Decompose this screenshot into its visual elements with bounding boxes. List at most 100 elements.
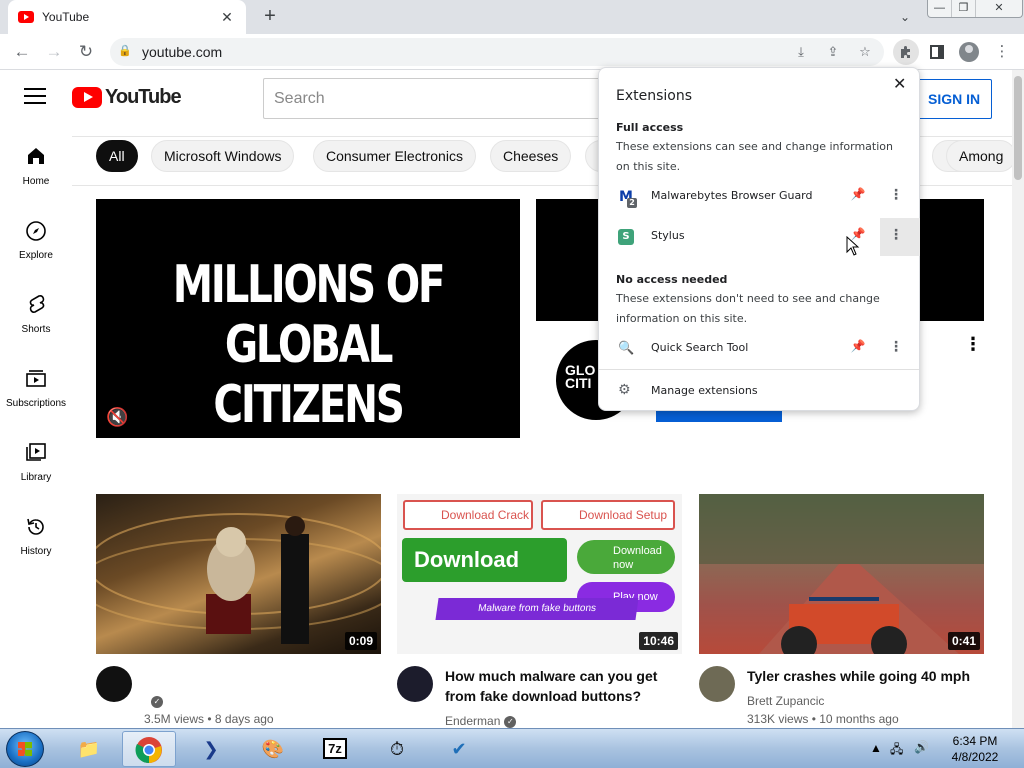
pin-icon[interactable]: 📌 <box>850 339 866 353</box>
share-icon[interactable]: ⇪ <box>823 42 843 62</box>
verified-badge-icon: ✓ <box>147 694 163 708</box>
popup-title: Extensions <box>616 88 693 104</box>
youtube-logo[interactable]: YouTube <box>72 86 182 109</box>
page-scrollbar[interactable] <box>1012 70 1024 728</box>
full-access-heading: Full access <box>616 121 684 134</box>
youtube-play-icon <box>72 87 102 108</box>
youtube-logo-text: YouTube <box>105 86 182 108</box>
sidebar-label: Subscriptions <box>5 398 67 409</box>
channel-name[interactable]: Brett Zupancic <box>747 694 824 708</box>
sidebar-item-subscriptions[interactable]: Subscriptions <box>0 368 72 428</box>
manage-extensions-button[interactable]: ⚙ Manage extensions <box>599 370 919 410</box>
channel-avatar[interactable] <box>699 666 735 702</box>
start-button-windows-icon[interactable] <box>6 731 44 767</box>
sidebar-item-history[interactable]: History <box>0 516 72 576</box>
extension-row-stylus[interactable]: S Stylus 📌 ⋮ <box>599 217 920 257</box>
hamburger-menu-icon[interactable] <box>24 88 46 106</box>
install-app-icon[interactable]: ⤓ <box>791 42 811 62</box>
7zip-icon[interactable]: 7z <box>308 731 362 767</box>
video-duration: 0:41 <box>947 632 980 650</box>
paint-icon[interactable]: 🎨 <box>246 731 300 767</box>
forward-arrow-icon[interactable]: → <box>42 40 66 64</box>
back-arrow-icon[interactable]: ← <box>10 40 34 64</box>
pin-icon[interactable]: 📌 <box>850 187 866 201</box>
extensions-puzzle-icon[interactable] <box>893 39 919 65</box>
extension-more-icon[interactable]: ⋮ <box>889 227 903 243</box>
chip-all[interactable]: All <box>96 140 138 172</box>
show-hidden-icons-icon[interactable]: ▲ <box>870 741 882 755</box>
side-panel-icon[interactable] <box>924 39 950 65</box>
volume-icon[interactable]: 🔊 <box>914 740 929 754</box>
close-window-button[interactable]: ✕ <box>976 0 1022 17</box>
address-bar[interactable]: 🔒 youtube.com ⤓ ⇪ ☆ <box>110 38 884 66</box>
headline-line-1: MILLIONS OF <box>172 255 446 315</box>
thumb-download-now: Download now <box>577 540 675 574</box>
extension-row-quick-search[interactable]: 🔍 Quick Search Tool 📌 ⋮ <box>599 329 919 369</box>
chip-microsoft-windows[interactable]: Microsoft Windows <box>151 140 295 172</box>
reload-icon[interactable]: ↻ <box>74 40 98 64</box>
channel-name-text[interactable]: Enderman <box>445 714 500 728</box>
video-title[interactable]: How much malware can you get from fake d… <box>445 666 675 706</box>
network-icon[interactable]: 🖧 <box>890 740 903 761</box>
extensions-popup: Extensions ✕ Full access These extension… <box>598 67 920 411</box>
chip-cheeses[interactable]: Cheeses <box>490 140 572 172</box>
sidebar-item-explore[interactable]: Explore <box>0 220 72 280</box>
muted-speaker-icon[interactable]: 🔇 <box>106 407 128 428</box>
powershell-icon[interactable]: ❯ <box>184 731 238 767</box>
tab-title: YouTube <box>42 10 90 24</box>
chrome-menu-kebab-icon[interactable]: ⋮ <box>989 39 1015 65</box>
no-access-heading: No access needed <box>616 273 728 286</box>
extension-name: Malwarebytes Browser Guard <box>651 189 813 202</box>
featured-video-player[interactable]: MILLIONS OF GLOBAL CITIZENS 🔇 <box>96 199 520 438</box>
video-thumbnail[interactable]: 0:41 <box>699 494 984 654</box>
sidebar-item-library[interactable]: Library <box>0 442 72 502</box>
full-access-description: These extensions can see and change info… <box>616 140 893 173</box>
tab-search-chevron-icon[interactable]: ⌄ <box>895 7 915 27</box>
lock-icon[interactable]: 🔒 <box>118 44 132 57</box>
extension-more-icon[interactable]: ⋮ <box>889 339 903 355</box>
manage-extensions-label: Manage extensions <box>651 384 758 397</box>
sign-in-button[interactable]: SIGN IN <box>914 79 992 119</box>
profile-avatar[interactable] <box>959 42 979 62</box>
channel-avatar[interactable] <box>96 666 132 702</box>
sidebar-item-home[interactable]: Home <box>0 146 72 206</box>
atv-scene-image <box>699 494 984 654</box>
security-app-icon[interactable]: ✔ <box>432 731 486 767</box>
tab-youtube[interactable]: YouTube ✕ <box>8 0 246 34</box>
extension-row-malwarebytes[interactable]: M2 Malwarebytes Browser Guard 📌 ⋮ <box>599 177 919 217</box>
restore-button[interactable]: ❐ <box>952 0 976 17</box>
chip-consumer-electronics[interactable]: Consumer Electronics <box>313 140 476 172</box>
new-tab-button[interactable]: + <box>258 5 282 29</box>
chip-among[interactable]: Among <box>946 140 1017 172</box>
tab-strip: YouTube ✕ + ⌄ — ❐ ✕ <box>0 0 1024 34</box>
extension-badge: 2 <box>627 198 637 208</box>
home-icon <box>0 146 72 172</box>
close-tab-icon[interactable]: ✕ <box>218 9 236 26</box>
taskbar-clock[interactable]: 6:34 PM 4/8/2022 <box>940 733 1010 765</box>
featured-headline: MILLIONS OF GLOBAL CITIZENS <box>143 255 474 435</box>
featured-more-kebab-icon[interactable]: ⋮ <box>964 334 982 355</box>
library-icon <box>0 442 72 468</box>
close-popup-icon[interactable]: ✕ <box>893 74 906 93</box>
extension-name: Quick Search Tool <box>651 341 749 354</box>
video-thumbnail[interactable]: Download Crack Download Setup Download D… <box>397 494 682 654</box>
extension-more-icon[interactable]: ⋮ <box>889 187 903 203</box>
video-thumbnail[interactable]: 0:09 <box>96 494 381 654</box>
timer-app-icon[interactable]: ⏱ <box>370 731 424 767</box>
search-input[interactable]: Search <box>263 78 603 119</box>
channel-avatar[interactable] <box>397 666 433 702</box>
file-explorer-icon[interactable]: 📁 <box>62 731 116 767</box>
chrome-taskbar-icon[interactable] <box>122 731 176 767</box>
gear-icon: ⚙ <box>618 382 631 398</box>
browser-toolbar: ← → ↻ 🔒 youtube.com ⤓ ⇪ ☆ ⋮ <box>0 34 1024 70</box>
clock-date: 4/8/2022 <box>951 750 999 764</box>
bookmark-star-icon[interactable]: ☆ <box>855 42 875 62</box>
video-title[interactable]: Tyler crashes while going 40 mph <box>747 666 987 686</box>
url-text[interactable]: youtube.com <box>142 44 222 60</box>
sidebar-item-shorts[interactable]: Shorts <box>0 294 72 354</box>
channel-name[interactable]: Enderman ✓ <box>445 714 517 728</box>
thumb-download-green: Download <box>402 538 567 582</box>
minimize-button[interactable]: — <box>928 0 952 17</box>
clock-time: 6:34 PM <box>952 734 998 748</box>
scrollbar-thumb[interactable] <box>1014 76 1022 180</box>
